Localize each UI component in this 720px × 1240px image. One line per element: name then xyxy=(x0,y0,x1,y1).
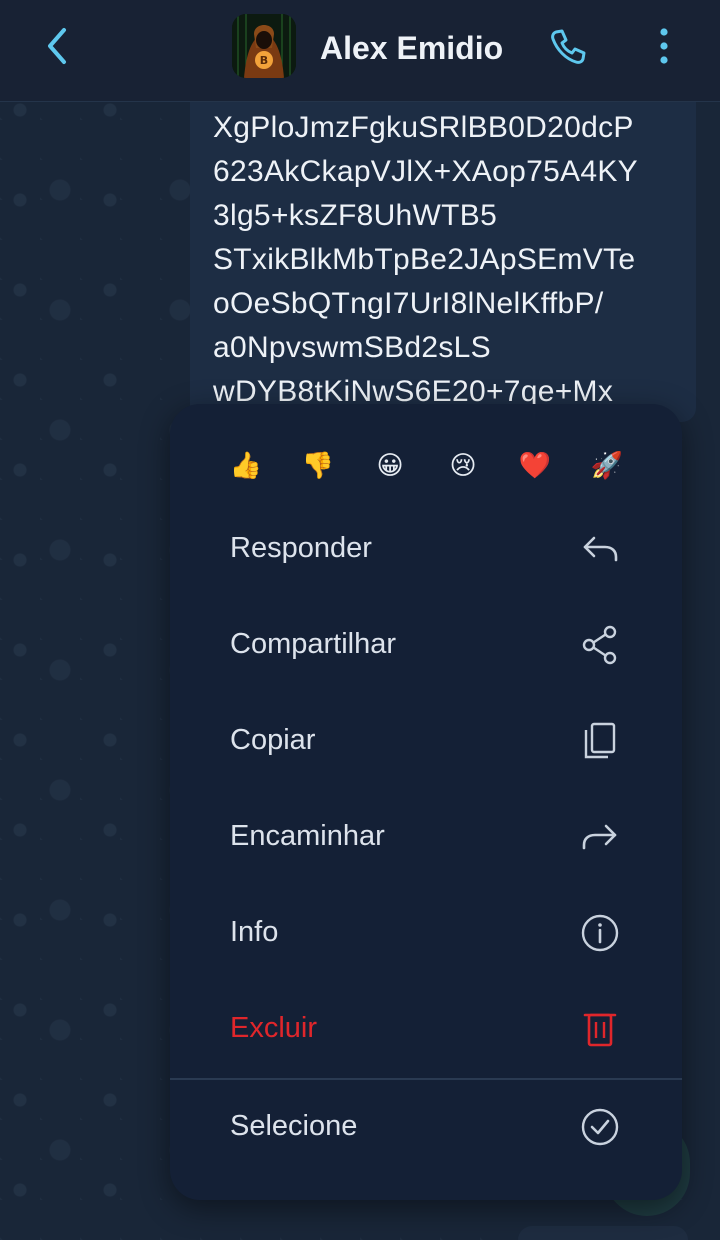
menu-item-label: Info xyxy=(230,916,279,948)
heart-reaction[interactable]: ❤️ xyxy=(515,446,555,486)
grinning-face-reaction[interactable]: 😀 xyxy=(370,446,410,486)
menu-item-select[interactable]: Selecione xyxy=(170,1080,682,1176)
reaction-bar: 👍 👎 😀 😢 ❤️ 🚀 xyxy=(170,446,682,486)
menu-item-label: Selecione xyxy=(230,1110,358,1142)
svg-text:B: B xyxy=(260,54,268,67)
menu-item-reply[interactable]: Responder xyxy=(170,502,682,598)
menu-item-copy[interactable]: Copiar xyxy=(170,694,682,790)
call-button[interactable] xyxy=(546,24,590,68)
menu-item-label: Encaminhar xyxy=(230,820,385,852)
copy-icon xyxy=(584,722,616,759)
thumbs-down-reaction[interactable]: 👎 xyxy=(298,446,338,486)
hooded-figure-bitcoin-icon: B xyxy=(232,14,296,78)
message-text-line: XgPloJmzFgkuSRlBB0D20dcP xyxy=(213,111,634,144)
menu-item-label: Compartilhar xyxy=(230,628,396,660)
thumbs-up-reaction[interactable]: 👍 xyxy=(226,446,266,486)
check-circle-icon xyxy=(581,1108,619,1146)
menu-item-forward[interactable]: Encaminhar xyxy=(170,790,682,886)
reply-icon xyxy=(583,536,618,562)
message-input-bar[interactable] xyxy=(518,1226,688,1240)
menu-item-delete[interactable]: Excluir xyxy=(170,982,682,1078)
chat-header: B Alex Emidio xyxy=(0,0,720,102)
back-button[interactable] xyxy=(36,24,80,68)
message-text-line: oOeSbQTngI7UrI8lNelKffbP/ xyxy=(213,287,604,320)
contact-name[interactable]: Alex Emidio xyxy=(320,30,503,67)
menu-item-info[interactable]: Info xyxy=(170,886,682,982)
more-options-button[interactable] xyxy=(646,24,682,68)
message-text-line: 623AkCkapVJlX+XAop75A4KY xyxy=(213,155,638,188)
menu-item-label: Copiar xyxy=(230,724,316,756)
message-text-line: 3lg5+ksZF8UhWTB5 xyxy=(213,199,498,232)
rocket-reaction[interactable]: 🚀 xyxy=(587,446,627,486)
trash-icon xyxy=(583,1013,617,1047)
message-bubble[interactable]: XgPloJmzFgkuSRlBB0D20dcP 623AkCkapVJlX+X… xyxy=(190,102,696,422)
menu-item-share[interactable]: Compartilhar xyxy=(170,598,682,694)
more-vertical-icon xyxy=(660,28,668,64)
message-text-line: a0NpvswmSBd2sLS xyxy=(213,331,491,364)
menu-item-label: Responder xyxy=(230,532,372,564)
avatar[interactable]: B xyxy=(232,14,296,78)
crying-face-reaction[interactable]: 😢 xyxy=(443,446,483,486)
phone-icon xyxy=(551,29,586,64)
forward-icon xyxy=(582,824,617,850)
menu-item-label: Excluir xyxy=(230,1012,318,1044)
message-text-line: STxikBlkMbTpBe2JApSEmVTe xyxy=(213,243,636,276)
chevron-left-icon xyxy=(48,28,66,64)
info-icon xyxy=(581,914,619,952)
message-context-menu: 👍 👎 😀 😢 ❤️ 🚀 Responder Compartilhar Copi… xyxy=(170,404,682,1200)
share-icon xyxy=(582,625,617,665)
